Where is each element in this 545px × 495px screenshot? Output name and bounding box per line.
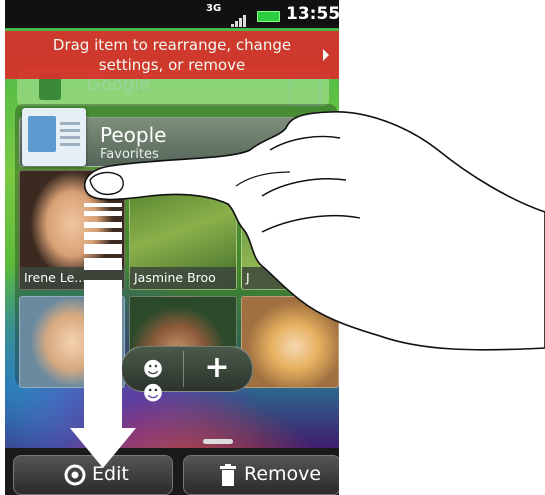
remove-label: Remove <box>244 463 322 485</box>
banner-line-1: Drag item to rearrange, change <box>52 36 292 54</box>
people-widget-header[interactable]: People Favorites <box>19 108 321 167</box>
contact-name: Irene Le... <box>20 267 124 289</box>
add-contact-button[interactable]: + <box>200 351 234 385</box>
network-indicator: 3G <box>206 3 222 14</box>
contact-tile[interactable]: Jasmine Broo <box>129 170 237 290</box>
clock: 13:55 <box>286 4 339 24</box>
contact-tile[interactable]: J <box>241 170 339 290</box>
contact-name: J <box>242 267 338 289</box>
edit-mode-banner: Drag item to rearrange, change settings,… <box>5 31 339 79</box>
contact-name: Jasmine Broo <box>130 267 236 289</box>
phone-screen: 3G 13:55 Google Drag item to rearrange, … <box>5 0 339 495</box>
signal-icon <box>231 8 247 27</box>
contact-tile[interactable] <box>241 296 339 388</box>
edit-label: Edit <box>92 463 129 485</box>
drag-handle[interactable] <box>203 439 233 444</box>
widget-title: People <box>100 123 167 147</box>
edit-button[interactable]: Edit <box>13 455 173 495</box>
trash-icon <box>220 464 236 486</box>
battery-icon <box>257 11 280 22</box>
widget-subtitle: Favorites <box>100 147 159 162</box>
banner-line-2: settings, or remove <box>98 56 246 74</box>
chevron-right-icon[interactable] <box>323 49 329 61</box>
people-app-icon <box>22 108 86 166</box>
status-bar: 3G 13:55 <box>5 0 339 28</box>
widget-action-bar: ☻☻ + <box>121 346 253 405</box>
contact-tile[interactable]: Irene Le... <box>19 170 125 290</box>
groups-icon[interactable]: ☻☻ <box>136 357 170 405</box>
contact-card-icon <box>28 116 56 152</box>
gear-icon <box>64 464 86 486</box>
remove-button[interactable]: Remove <box>183 455 339 495</box>
contact-tile[interactable] <box>19 296 125 388</box>
